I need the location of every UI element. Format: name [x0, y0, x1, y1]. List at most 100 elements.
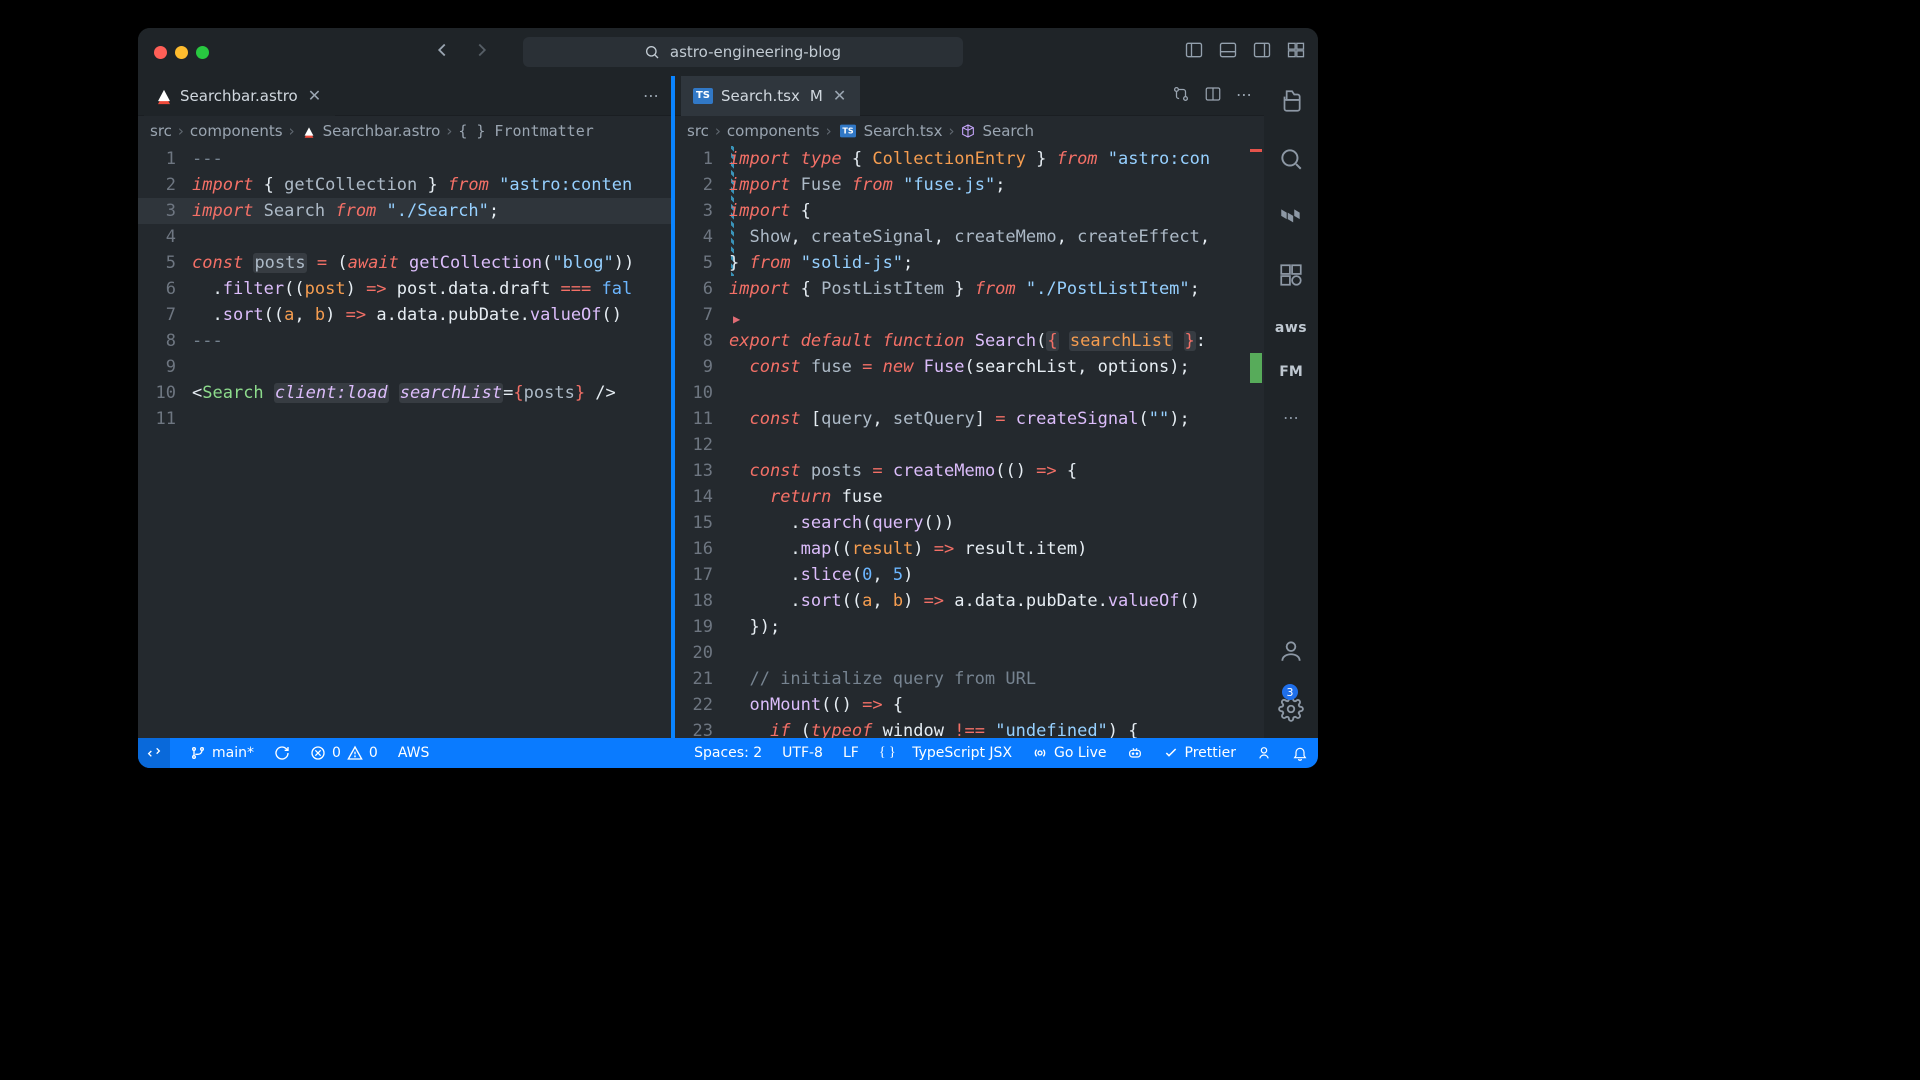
breadcrumbs-right[interactable]: src › components › TS Search.tsx › Searc…	[675, 116, 1264, 146]
code-content[interactable]: });	[729, 614, 1264, 640]
code-content[interactable]: } from "solid-js";	[729, 250, 1264, 276]
command-center[interactable]: astro-engineering-blog	[523, 37, 963, 67]
code-content[interactable]	[192, 406, 671, 432]
code-line[interactable]: 1import type { CollectionEntry } from "a…	[675, 146, 1264, 172]
remote-indicator[interactable]	[138, 738, 170, 768]
terraform-icon[interactable]	[1278, 204, 1304, 234]
code-content[interactable]: .sort((a, b) => a.data.pubDate.valueOf()	[729, 588, 1264, 614]
code-line[interactable]: 14 return fuse	[675, 484, 1264, 510]
split-editor-icon[interactable]	[1204, 85, 1222, 107]
more-icon[interactable]: ⋯	[1283, 408, 1299, 427]
code-content[interactable]: const posts = (await getCollection("blog…	[192, 250, 671, 276]
code-line[interactable]: 11 const [query, setQuery] = createSigna…	[675, 406, 1264, 432]
layout-customize-icon[interactable]	[1286, 40, 1306, 64]
code-line[interactable]: 20	[675, 640, 1264, 666]
code-content[interactable]: import Search from "./Search";	[192, 198, 671, 224]
minimize-window-button[interactable]	[175, 46, 188, 59]
code-line[interactable]: 3import Search from "./Search";	[138, 198, 671, 224]
status-encoding[interactable]: UTF-8	[782, 745, 823, 761]
status-aws[interactable]: AWS	[398, 745, 430, 761]
code-content[interactable]: <Search client:load searchList={posts} /…	[192, 380, 671, 406]
code-content[interactable]	[729, 640, 1264, 666]
nav-forward-icon[interactable]	[471, 39, 493, 65]
extensions-manage-icon[interactable]	[1278, 262, 1304, 292]
code-content[interactable]: Show, createSignal, createMemo, createEf…	[729, 224, 1264, 250]
breadcrumbs-left[interactable]: src › components › Searchbar.astro › { }…	[138, 116, 671, 146]
status-problems[interactable]: 0 0	[310, 745, 378, 761]
code-line[interactable]: 8export default function Search({ search…	[675, 328, 1264, 354]
code-content[interactable]: ---	[192, 328, 671, 354]
tab-close-icon[interactable]: ✕	[831, 86, 848, 105]
code-content[interactable]: const posts = createMemo(() => {	[729, 458, 1264, 484]
code-content[interactable]: export default function Search({ searchL…	[729, 328, 1264, 354]
code-line[interactable]: 5} from "solid-js";	[675, 250, 1264, 276]
code-content[interactable]: .slice(0, 5)	[729, 562, 1264, 588]
breadcrumb-item[interactable]: Search	[982, 122, 1034, 140]
code-line[interactable]: 2import { getCollection } from "astro:co…	[138, 172, 671, 198]
code-content[interactable]: import { PostListItem } from "./PostList…	[729, 276, 1264, 302]
code-line[interactable]: 5const posts = (await getCollection("blo…	[138, 250, 671, 276]
code-line[interactable]: 9 const fuse = new Fuse(searchList, opti…	[675, 354, 1264, 380]
diff-icon[interactable]	[1172, 85, 1190, 107]
code-content[interactable]: const [query, setQuery] = createSignal("…	[729, 406, 1264, 432]
code-content[interactable]	[192, 354, 671, 380]
code-line[interactable]: 3import {	[675, 198, 1264, 224]
more-icon[interactable]: ⋯	[643, 86, 659, 105]
code-content[interactable]	[192, 224, 671, 250]
breadcrumb-item[interactable]: Searchbar.astro	[323, 122, 441, 140]
settings-gear-icon[interactable]	[1278, 696, 1304, 726]
code-content[interactable]: import {	[729, 198, 1264, 224]
code-line[interactable]: 4	[138, 224, 671, 250]
explorer-icon[interactable]	[1278, 88, 1304, 118]
code-line[interactable]: 4 Show, createSignal, createMemo, create…	[675, 224, 1264, 250]
breadcrumb-item[interactable]: Search.tsx	[864, 122, 943, 140]
panel-bottom-icon[interactable]	[1218, 40, 1238, 64]
code-line[interactable]: 7	[675, 302, 1264, 328]
breadcrumb-item[interactable]: src	[687, 122, 709, 140]
accounts-icon[interactable]: 3	[1278, 638, 1304, 668]
code-content[interactable]: ---	[192, 146, 671, 172]
code-content[interactable]	[729, 432, 1264, 458]
code-line[interactable]: 11	[138, 406, 671, 432]
code-line[interactable]: 9	[138, 354, 671, 380]
code-content[interactable]: import { getCollection } from "astro:con…	[192, 172, 671, 198]
minimap[interactable]	[1250, 149, 1262, 384]
status-sync[interactable]	[274, 745, 290, 761]
code-line[interactable]: 12	[675, 432, 1264, 458]
search-icon[interactable]	[1278, 146, 1304, 176]
close-window-button[interactable]	[154, 46, 167, 59]
tab-searchbar-astro[interactable]: Searchbar.astro ✕	[144, 76, 335, 116]
status-eol[interactable]: LF	[843, 745, 859, 761]
code-content[interactable]: // initialize query from URL	[729, 666, 1264, 692]
code-line[interactable]: 19 });	[675, 614, 1264, 640]
code-line[interactable]: 7 .sort((a, b) => a.data.pubDate.valueOf…	[138, 302, 671, 328]
status-golive[interactable]: Go Live	[1032, 745, 1106, 761]
zoom-window-button[interactable]	[196, 46, 209, 59]
status-language[interactable]: { } TypeScript JSX	[879, 745, 1012, 761]
code-line[interactable]: 16 .map((result) => result.item)	[675, 536, 1264, 562]
code-content[interactable]	[729, 302, 1264, 328]
code-line[interactable]: 15 .search(query())	[675, 510, 1264, 536]
code-content[interactable]: .map((result) => result.item)	[729, 536, 1264, 562]
code-line[interactable]: 21 // initialize query from URL	[675, 666, 1264, 692]
nav-back-icon[interactable]	[431, 39, 453, 65]
breadcrumb-item[interactable]: components	[727, 122, 820, 140]
code-line[interactable]: 2import Fuse from "fuse.js";	[675, 172, 1264, 198]
code-line[interactable]: 8---	[138, 328, 671, 354]
code-content[interactable]: .sort((a, b) => a.data.pubDate.valueOf()	[192, 302, 671, 328]
status-bell[interactable]	[1292, 745, 1308, 761]
code-content[interactable]: .filter((post) => post.data.draft === fa…	[192, 276, 671, 302]
code-content[interactable]: if (typeof window !== "undefined") {	[729, 718, 1264, 738]
tab-search-tsx[interactable]: TS Search.tsx M ✕	[681, 76, 860, 116]
breadcrumb-item[interactable]: src	[150, 122, 172, 140]
code-line[interactable]: 18 .sort((a, b) => a.data.pubDate.valueO…	[675, 588, 1264, 614]
code-content[interactable]: const fuse = new Fuse(searchList, option…	[729, 354, 1264, 380]
status-feedback[interactable]	[1256, 745, 1272, 761]
code-content[interactable]: .search(query())	[729, 510, 1264, 536]
status-spaces[interactable]: Spaces: 2	[694, 745, 762, 761]
code-line[interactable]: 10<Search client:load searchList={posts}…	[138, 380, 671, 406]
aws-icon[interactable]: aws	[1275, 320, 1307, 336]
tab-close-icon[interactable]: ✕	[306, 86, 323, 105]
editor-left[interactable]: 1---2import { getCollection } from "astr…	[138, 146, 671, 738]
code-line[interactable]: 6 .filter((post) => post.data.draft === …	[138, 276, 671, 302]
